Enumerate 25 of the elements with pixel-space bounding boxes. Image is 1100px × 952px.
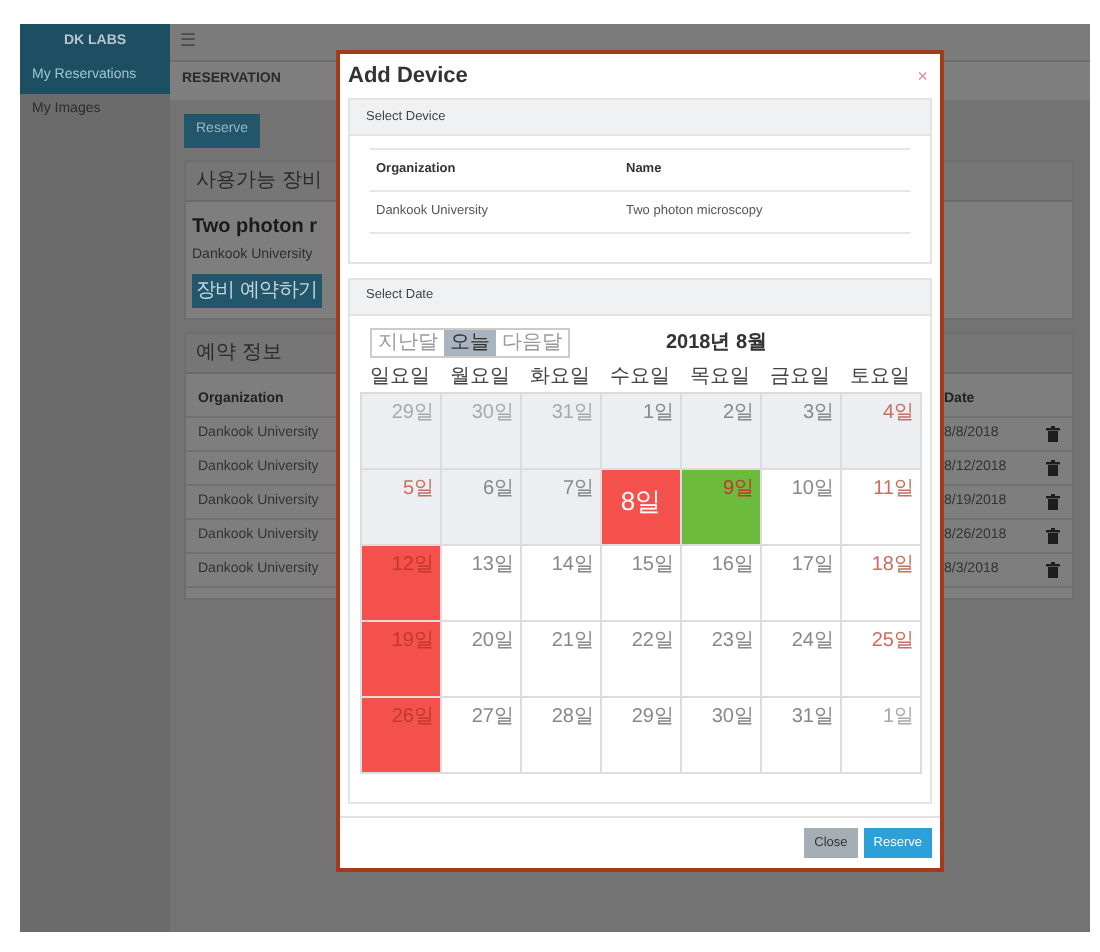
trash-icon[interactable] — [1046, 528, 1060, 544]
trash-icon[interactable] — [1046, 426, 1060, 442]
month-title: 2018년 8월 — [666, 329, 768, 357]
trash-icon[interactable] — [1046, 494, 1060, 510]
calendar-day[interactable]: 1일 — [840, 695, 922, 773]
calendar-day[interactable]: 1일 — [600, 391, 682, 469]
month-nav-button[interactable]: 오늘 — [444, 329, 496, 355]
trash-icon[interactable] — [1046, 460, 1060, 476]
calendar-day[interactable]: 9일 — [680, 467, 762, 545]
dialog-title: Add Device — [348, 61, 468, 92]
device-name: Two photon r — [192, 213, 318, 241]
calendar-day[interactable]: 4일 — [840, 391, 922, 469]
calendar-day[interactable]: 7일 — [520, 467, 602, 545]
calendar-day[interactable]: 31일 — [520, 391, 602, 469]
calendar-day[interactable]: 30일 — [440, 391, 522, 469]
calendar-day[interactable]: 2일 — [680, 391, 762, 469]
calendar-day[interactable]: 29일 — [360, 391, 442, 469]
calendar-day[interactable]: 8일 — [600, 467, 682, 545]
trash-icon[interactable] — [1046, 562, 1060, 578]
calendar-day[interactable]: 3일 — [760, 391, 842, 469]
calendar-day[interactable]: 6일 — [440, 467, 522, 545]
book-device-button[interactable]: 장비 예약하기 — [192, 274, 322, 308]
menu-icon[interactable]: ☰ — [180, 28, 196, 56]
close-button[interactable]: × — [913, 67, 932, 85]
calendar-day[interactable]: 5일 — [360, 467, 442, 545]
